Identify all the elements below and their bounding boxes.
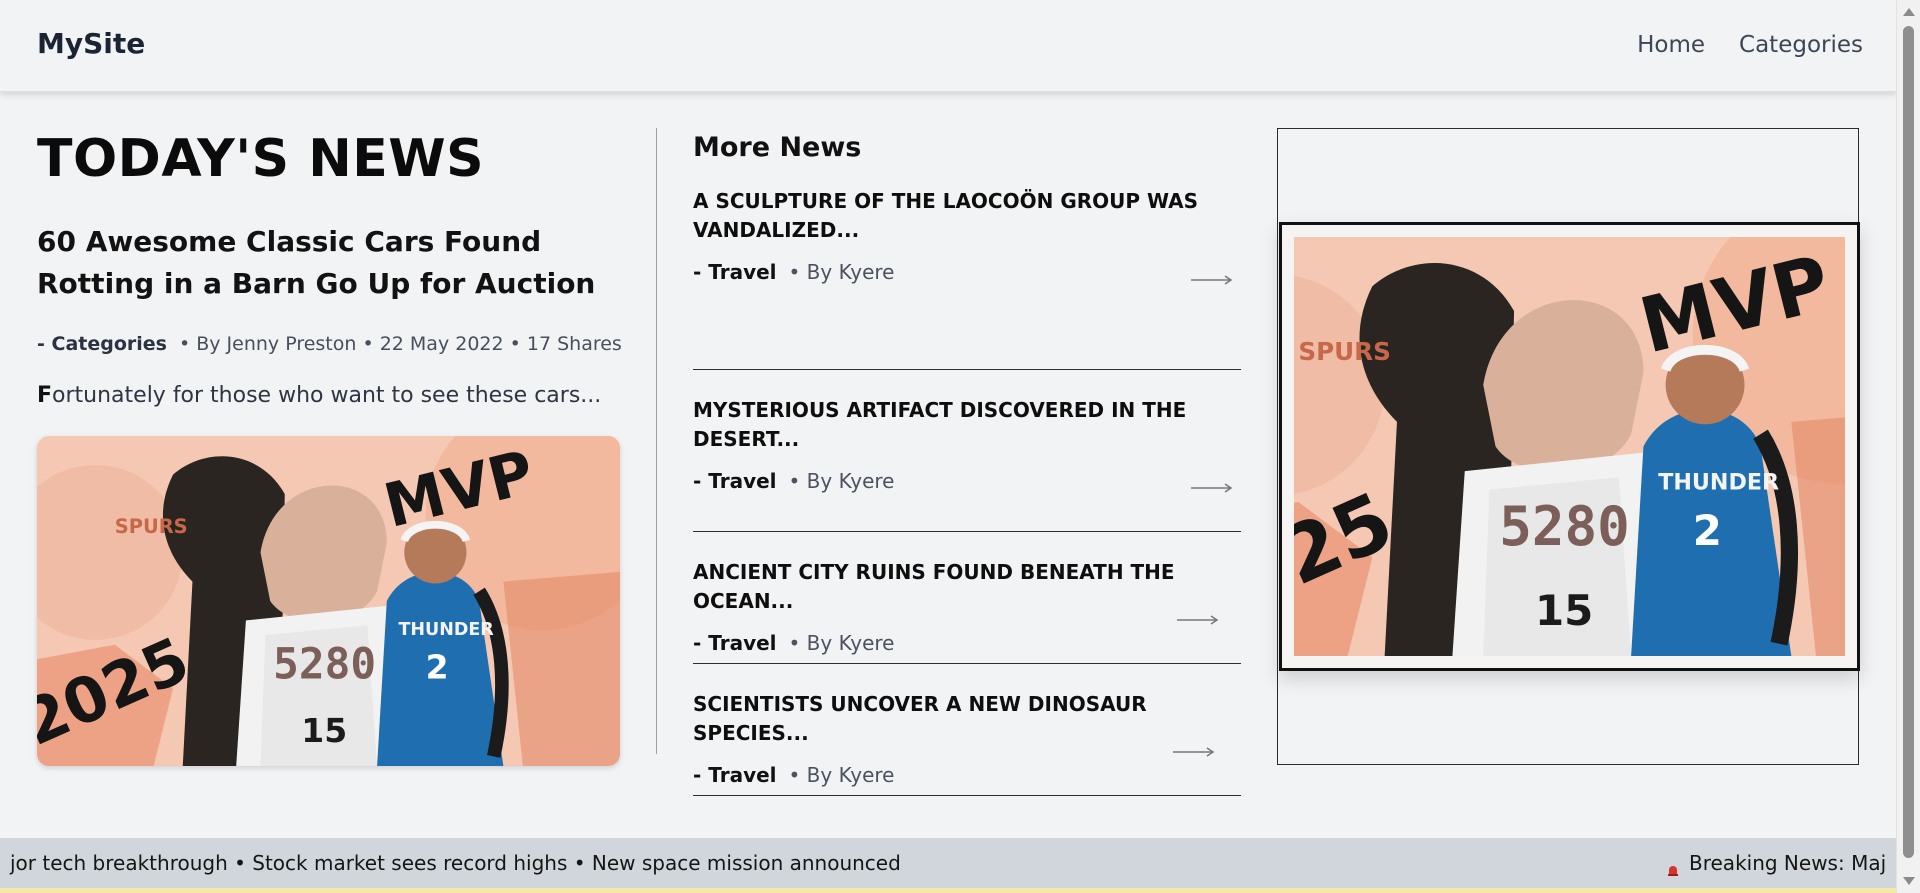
poster-number-a-text: 15 xyxy=(1535,586,1593,635)
news-item[interactable]: SCIENTISTS UNCOVER A NEW DINOSAUR SPECIE… xyxy=(693,664,1241,796)
news-item-meta: - Travel • By Kyere xyxy=(693,763,1241,787)
featured-image[interactable]: 2025 MVP SPURS 5280 15 THUNDER 2 xyxy=(37,436,620,766)
news-item-title[interactable]: MYSTERIOUS ARTIFACT DISCOVERED IN THE DE… xyxy=(693,370,1241,454)
news-item-category[interactable]: - Travel xyxy=(693,469,777,493)
news-item-category[interactable]: - Travel xyxy=(693,763,777,787)
mvp-poster-image-large: 2025 MVP SPURS 5280 15 THUNDER 2 xyxy=(1294,237,1845,656)
more-news-heading: More News xyxy=(693,132,862,163)
news-item-category[interactable]: - Travel xyxy=(693,631,777,655)
nav-home-link[interactable]: Home xyxy=(1637,32,1705,58)
scrollbar-thumb[interactable] xyxy=(1903,26,1914,858)
top-navbar: MySite Home Categories xyxy=(0,0,1897,92)
poster-team-a-text: SPURS xyxy=(1298,337,1390,366)
news-item-title[interactable]: SCIENTISTS UNCOVER A NEW DINOSAUR SPECIE… xyxy=(693,664,1241,748)
featured-category-link[interactable]: - Categories xyxy=(37,333,167,355)
right-arrow-icon[interactable] xyxy=(1173,747,1215,757)
scroll-down-icon[interactable] xyxy=(1903,877,1915,885)
right-arrow-icon[interactable] xyxy=(1191,275,1233,285)
featured-story-title[interactable]: 60 Awesome Classic Cars Found Rotting in… xyxy=(37,221,622,305)
drop-cap: F xyxy=(37,383,53,408)
featured-story-meta: - Categories • By Jenny Preston • 22 May… xyxy=(37,333,622,355)
news-item-category[interactable]: - Travel xyxy=(693,260,777,284)
scroll-up-icon[interactable] xyxy=(1903,8,1915,16)
poster-jersey-text: 5280 xyxy=(273,640,376,690)
news-item-author: • By Kyere xyxy=(788,763,895,787)
poster-thunder-text: THUNDER xyxy=(398,620,494,640)
side-image-frame[interactable]: 2025 MVP SPURS 5280 15 THUNDER 2 xyxy=(1279,222,1860,671)
ticker-text: jor tech breakthrough • Stock market see… xyxy=(10,851,901,875)
bottom-strip xyxy=(0,888,1897,893)
column-divider xyxy=(656,128,657,754)
breaking-news-ticker: jor tech breakthrough • Stock market see… xyxy=(0,838,1897,888)
news-item[interactable]: ANCIENT CITY RUINS FOUND BENEATH THE OCE… xyxy=(693,532,1241,664)
vertical-scrollbar[interactable] xyxy=(1896,0,1920,893)
side-image: 2025 MVP SPURS 5280 15 THUNDER 2 xyxy=(1294,237,1845,656)
poster-number-b-text: 2 xyxy=(1693,506,1722,555)
news-item-author: • By Kyere xyxy=(788,260,895,284)
news-item-title[interactable]: A SCULPTURE OF THE LAOCOÖN GROUP WAS VAN… xyxy=(693,187,1241,245)
news-item-meta: - Travel • By Kyere xyxy=(693,631,1241,655)
news-item-meta: - Travel • By Kyere xyxy=(693,260,1241,284)
news-item-author: • By Kyere xyxy=(788,469,895,493)
right-arrow-icon[interactable] xyxy=(1177,615,1219,625)
right-arrow-icon[interactable] xyxy=(1191,483,1233,493)
featured-excerpt: Fortunately for those who want to see th… xyxy=(37,383,622,408)
featured-byline: • By Jenny Preston • 22 May 2022 • 17 Sh… xyxy=(178,333,622,355)
news-item[interactable]: A SCULPTURE OF THE LAOCOÖN GROUP WAS VAN… xyxy=(693,187,1241,370)
news-item-meta: - Travel • By Kyere xyxy=(693,469,1241,493)
poster-number-a-text: 15 xyxy=(301,711,347,750)
ticker-breaking: Breaking News: Maj xyxy=(1667,851,1887,876)
mvp-poster-image: 2025 MVP SPURS 5280 15 THUNDER 2 xyxy=(37,436,620,766)
site-logo[interactable]: MySite xyxy=(37,27,145,60)
featured-story: TODAY'S NEWS 60 Awesome Classic Cars Fou… xyxy=(37,128,622,408)
poster-jersey-text: 5280 xyxy=(1499,495,1630,558)
breaking-news-label: Breaking News: Maj xyxy=(1689,851,1887,875)
nav-links: Home Categories xyxy=(1637,32,1863,58)
poster-thunder-text: THUNDER xyxy=(1658,470,1779,496)
news-item-title[interactable]: ANCIENT CITY RUINS FOUND BENEATH THE OCE… xyxy=(693,532,1241,616)
page-title: TODAY'S NEWS xyxy=(37,129,485,189)
news-item-author: • By Kyere xyxy=(788,631,895,655)
poster-number-b-text: 2 xyxy=(426,648,449,687)
nav-categories-link[interactable]: Categories xyxy=(1739,32,1863,58)
more-news-section: More News A SCULPTURE OF THE LAOCOÖN GRO… xyxy=(693,128,1241,796)
siren-icon xyxy=(1667,857,1679,876)
excerpt-text: ortunately for those who want to see the… xyxy=(52,383,602,408)
news-item[interactable]: MYSTERIOUS ARTIFACT DISCOVERED IN THE DE… xyxy=(693,370,1241,532)
poster-team-a-text: SPURS xyxy=(115,515,188,538)
